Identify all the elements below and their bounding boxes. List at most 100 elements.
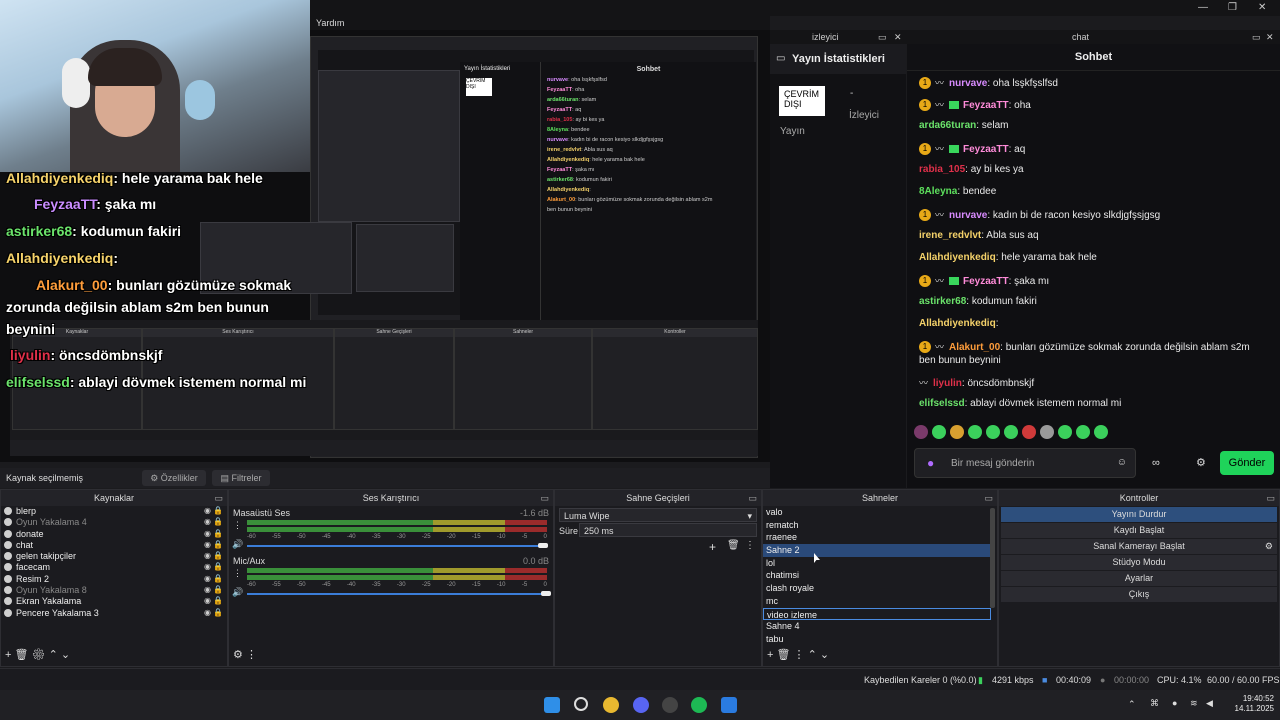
scene-item[interactable]: rraenee bbox=[763, 531, 991, 544]
search-icon[interactable] bbox=[574, 697, 588, 711]
scene-item[interactable]: Sahne 4 bbox=[763, 620, 991, 633]
add-icon[interactable]: + bbox=[5, 649, 11, 661]
clock[interactable]: 19:40:52 14.11.2025 bbox=[1235, 694, 1274, 714]
lock-icon[interactable]: 🔒 bbox=[213, 562, 223, 571]
add-icon[interactable]: + bbox=[767, 649, 773, 661]
slider-knob[interactable] bbox=[541, 591, 551, 596]
volume-slider[interactable] bbox=[247, 591, 551, 596]
filters-button[interactable]: ▤ Filtreler bbox=[212, 470, 270, 486]
popout-icon[interactable]: ▭ bbox=[878, 30, 887, 44]
popout-icon[interactable]: ▭ bbox=[984, 490, 993, 506]
control-button[interactable]: Çıkış bbox=[1001, 587, 1277, 602]
source-item[interactable]: Resim 2 ◉ 🔒 bbox=[1, 574, 227, 585]
chat-username[interactable]: rabia_105 bbox=[919, 164, 965, 175]
chat-username[interactable]: astirker68 bbox=[919, 296, 966, 307]
gear-icon[interactable]: ⚙ bbox=[32, 649, 46, 661]
emote-bar[interactable] bbox=[914, 425, 1134, 441]
emote-icon[interactable] bbox=[968, 425, 982, 439]
chat-username[interactable]: nurvave bbox=[949, 78, 987, 89]
scene-item[interactable]: mc bbox=[763, 595, 991, 608]
eye-icon[interactable]: ◉ bbox=[204, 562, 211, 571]
lock-icon[interactable]: 🔒 bbox=[213, 608, 223, 617]
emote-icon[interactable] bbox=[1058, 425, 1072, 439]
source-item[interactable]: Oyun Yakalama 4 ◉ 🔒 bbox=[1, 517, 227, 528]
eye-icon[interactable]: ◉ bbox=[204, 608, 211, 617]
menu-icon[interactable]: ⋮ bbox=[745, 540, 755, 551]
add-icon[interactable]: + bbox=[709, 540, 716, 554]
popout-icon[interactable]: ▭ bbox=[1266, 490, 1275, 506]
volume-slider[interactable] bbox=[247, 543, 548, 548]
emote-icon[interactable] bbox=[932, 425, 946, 439]
emote-icon[interactable] bbox=[986, 425, 1000, 439]
source-item[interactable]: blerp ◉ 🔒 bbox=[1, 506, 227, 517]
speaker-icon[interactable]: 🔊 bbox=[232, 587, 243, 598]
down-icon[interactable]: ⌄ bbox=[61, 649, 70, 661]
source-item[interactable]: facecam ◉ 🔒 bbox=[1, 562, 227, 573]
chat-username[interactable]: Allahdiyenkediq bbox=[919, 318, 996, 329]
popout-icon[interactable]: ▭ bbox=[214, 490, 223, 506]
source-item[interactable]: Ekran Yakalama ◉ 🔒 bbox=[1, 596, 227, 607]
chat-username[interactable]: FeyzaaTT bbox=[963, 100, 1009, 111]
scene-item[interactable]: video izleme bbox=[763, 607, 991, 621]
scene-item[interactable]: Sahne 2 bbox=[763, 544, 991, 557]
discord-icon[interactable] bbox=[633, 697, 649, 713]
popout-icon[interactable]: ▭ bbox=[540, 490, 549, 506]
emote-icon[interactable] bbox=[914, 425, 928, 439]
volume-icon[interactable]: ◀ bbox=[1206, 698, 1213, 709]
start-icon[interactable] bbox=[544, 697, 560, 713]
lock-icon[interactable]: 🔒 bbox=[213, 574, 223, 583]
wifi-icon[interactable]: ≋ bbox=[1190, 698, 1198, 709]
lock-icon[interactable]: 🔒 bbox=[213, 506, 223, 515]
spotify-icon[interactable] bbox=[691, 697, 707, 713]
chrome-icon[interactable] bbox=[603, 697, 619, 713]
up-icon[interactable]: ⌃ bbox=[808, 649, 817, 661]
control-button[interactable]: Ayarlar bbox=[1001, 571, 1277, 586]
down-icon[interactable]: ⌄ bbox=[820, 649, 829, 661]
slider-knob[interactable] bbox=[538, 543, 548, 548]
trash-icon[interactable]: 🗑 bbox=[727, 540, 740, 551]
chat-username[interactable]: Allahdiyenkediq bbox=[919, 252, 996, 263]
menu-icon[interactable]: ⋮ bbox=[233, 520, 242, 531]
emote-icon[interactable] bbox=[950, 425, 964, 439]
speaker-icon[interactable]: 🔊 bbox=[232, 539, 243, 550]
gear-icon[interactable]: ⚙ bbox=[1265, 539, 1273, 554]
eye-icon[interactable]: ◉ bbox=[204, 596, 211, 605]
close-icon[interactable]: ✕ bbox=[894, 30, 902, 44]
eye-icon[interactable]: ◉ bbox=[204, 574, 211, 583]
close-icon[interactable]: ✕ bbox=[1258, 2, 1266, 13]
lock-icon[interactable]: 🔒 bbox=[213, 529, 223, 538]
eye-icon[interactable]: ◉ bbox=[204, 529, 211, 538]
close-icon[interactable]: ✕ bbox=[1266, 30, 1274, 44]
emote-icon[interactable] bbox=[1094, 425, 1108, 439]
popout-icon[interactable]: ▭ bbox=[1252, 30, 1261, 44]
chevron-up-icon[interactable]: ⌃ bbox=[1128, 699, 1136, 710]
chat-username[interactable]: FeyzaaTT bbox=[963, 144, 1009, 155]
scrollbar[interactable] bbox=[990, 508, 995, 608]
control-button[interactable]: Sanal Kamerayı Başlat ⚙ bbox=[1001, 539, 1277, 554]
chat-input[interactable]: ● Bir mesaj gönderin ☺ bbox=[914, 448, 1136, 478]
emote-icon[interactable] bbox=[1040, 425, 1054, 439]
lock-icon[interactable]: 🔒 bbox=[213, 585, 223, 594]
scene-item[interactable]: tabu bbox=[763, 633, 991, 646]
chat-username[interactable]: arda66turan bbox=[919, 120, 976, 131]
emote-icon[interactable] bbox=[1004, 425, 1018, 439]
gear-icon[interactable]: ⚙ bbox=[1196, 456, 1206, 469]
emote-icon[interactable] bbox=[1076, 425, 1090, 439]
transition-select[interactable]: Luma Wipe ▾ bbox=[559, 508, 757, 522]
eye-icon[interactable]: ◉ bbox=[204, 551, 211, 560]
lock-icon[interactable]: 🔒 bbox=[213, 540, 223, 549]
trash-icon[interactable]: 🗑 bbox=[15, 649, 29, 661]
scene-item[interactable]: lol bbox=[763, 557, 991, 570]
lock-icon[interactable]: 🔒 bbox=[213, 596, 223, 605]
chat-username[interactable]: irene_redvlvt bbox=[919, 230, 981, 241]
scene-item[interactable]: chatimsi bbox=[763, 569, 991, 582]
minimize-icon[interactable]: — bbox=[1198, 2, 1208, 13]
menu-icon[interactable]: ⋮ bbox=[233, 568, 242, 579]
scene-item[interactable]: rematch bbox=[763, 519, 991, 532]
source-item[interactable]: donate ◉ 🔒 bbox=[1, 529, 227, 540]
properties-button[interactable]: ⚙ Özellikler bbox=[142, 470, 206, 486]
network-icon[interactable]: ⌘ bbox=[1150, 698, 1159, 709]
chat-username[interactable]: 8Aleyna bbox=[919, 186, 957, 197]
control-button[interactable]: Kaydı Başlat bbox=[1001, 523, 1277, 538]
trash-icon[interactable]: 🗑 bbox=[777, 649, 791, 661]
